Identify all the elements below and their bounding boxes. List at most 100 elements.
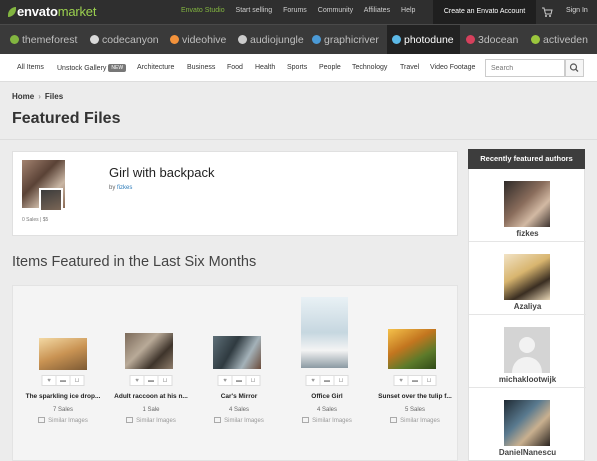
avatar[interactable]: [504, 181, 550, 227]
similar-images-link[interactable]: Similar Images: [19, 417, 107, 424]
cat-travel[interactable]: Travel: [400, 64, 419, 71]
link-envato-studio[interactable]: Envato Studio: [181, 7, 225, 14]
divider: [0, 139, 597, 140]
market-activeden[interactable]: activeden: [527, 25, 592, 55]
featured-stats: 0 Sales | $5: [22, 217, 49, 223]
link-community[interactable]: Community: [318, 7, 353, 14]
favorite-icon[interactable]: ♥: [43, 376, 57, 385]
collection-icon[interactable]: ▬: [409, 376, 423, 385]
cart-icon[interactable]: ⊔: [335, 376, 348, 385]
market-videohive[interactable]: videohive: [166, 25, 230, 55]
cat-all-items[interactable]: All Items: [17, 64, 44, 71]
author-item[interactable]: DanielNanescu: [469, 388, 586, 461]
market-codecanyon[interactable]: codecanyon: [86, 25, 163, 55]
cat-architecture[interactable]: Architecture: [137, 64, 174, 71]
featured-author-avatar[interactable]: [39, 188, 63, 212]
item-thumbnail[interactable]: [388, 329, 436, 369]
collection-icon[interactable]: ▬: [57, 376, 71, 385]
item-name[interactable]: Office Girl: [283, 393, 371, 400]
item-actions: ♥ ▬ ⊔: [41, 375, 85, 386]
default-avatar-icon[interactable]: [504, 327, 550, 373]
author-name[interactable]: michaklootwijk: [469, 375, 586, 384]
search-input[interactable]: [485, 59, 565, 77]
similar-images-link[interactable]: Similar Images: [195, 417, 283, 424]
top-bar: envatomarket Envato Studio Start selling…: [0, 0, 597, 24]
cat-video-footage[interactable]: Video Footage: [430, 64, 475, 71]
photodune-icon: [392, 35, 401, 44]
item-card: ♥ ▬ ⊔ Adult raccoon at his n... 1 Sale Sim…: [107, 286, 195, 461]
search-icon: [569, 63, 579, 72]
category-bar: All Items Unstock Gallery NEW Architectur…: [0, 54, 597, 82]
link-help[interactable]: Help: [401, 7, 415, 14]
market-photodune[interactable]: photodune: [387, 25, 460, 55]
cat-sports[interactable]: Sports: [287, 64, 307, 71]
envato-market-logo[interactable]: envatomarket: [8, 4, 96, 19]
cat-food[interactable]: Food: [227, 64, 243, 71]
cart-icon[interactable]: [541, 6, 553, 18]
item-name[interactable]: Car's Mirror: [195, 393, 283, 400]
sign-in-link[interactable]: Sign In: [566, 7, 588, 14]
author-item[interactable]: michaklootwijk: [469, 315, 586, 389]
market-audiojungle[interactable]: audiojungle: [234, 25, 308, 55]
avatar[interactable]: [504, 400, 550, 446]
favorite-icon[interactable]: ♥: [395, 376, 409, 385]
item-thumbnail[interactable]: [125, 333, 173, 369]
featured-author-link[interactable]: fizkes: [117, 185, 132, 191]
featured-title[interactable]: Girl with backpack: [109, 165, 214, 180]
cat-people[interactable]: People: [319, 64, 341, 71]
item-card: ♥ ▬ ⊔ Office Girl 4 Sales Similar Images: [283, 286, 371, 461]
item-name[interactable]: Sunset over the tulip f...: [371, 393, 459, 400]
cart-icon[interactable]: ⊔: [159, 376, 172, 385]
link-forums[interactable]: Forums: [283, 7, 307, 14]
avatar[interactable]: [504, 254, 550, 300]
item-thumbnail[interactable]: [301, 297, 348, 368]
cat-health[interactable]: Health: [255, 64, 275, 71]
similar-icon: [38, 417, 46, 423]
search-button[interactable]: [565, 59, 584, 77]
similar-images-link[interactable]: Similar Images: [283, 417, 371, 424]
section-title: Items Featured in the Last Six Months: [12, 254, 257, 270]
item-name[interactable]: The sparkling ice drop...: [19, 393, 107, 400]
create-account-button[interactable]: Create an Envato Account: [433, 0, 536, 24]
similar-images-link[interactable]: Similar Images: [107, 417, 195, 424]
cat-unstock-gallery[interactable]: Unstock Gallery NEW: [57, 64, 127, 72]
graphicriver-icon: [312, 35, 321, 44]
breadcrumb-home[interactable]: Home: [12, 92, 34, 101]
market-themeforest[interactable]: themeforest: [6, 25, 81, 55]
market-graphicriver[interactable]: graphicriver: [308, 25, 383, 55]
link-affiliates[interactable]: Affiliates: [364, 7, 390, 14]
similar-icon: [302, 417, 310, 423]
collection-icon[interactable]: ▬: [145, 376, 159, 385]
cat-business[interactable]: Business: [187, 64, 215, 71]
item-thumbnail[interactable]: [39, 338, 87, 370]
cart-icon[interactable]: ⊔: [247, 376, 260, 385]
breadcrumb-separator: ›: [38, 92, 41, 101]
videohive-icon: [170, 35, 179, 44]
favorite-icon[interactable]: ♥: [131, 376, 145, 385]
breadcrumb: Home › Files: [12, 92, 63, 101]
similar-images-link[interactable]: Similar Images: [371, 417, 459, 424]
market-3docean[interactable]: 3docean: [462, 25, 522, 55]
author-item[interactable]: fizkes: [469, 169, 586, 243]
item-card: ♥ ▬ ⊔ Sunset over the tulip f... 5 Sales S…: [371, 286, 459, 461]
favorite-icon[interactable]: ♥: [219, 376, 233, 385]
author-item[interactable]: Azaliya: [469, 242, 586, 316]
collection-icon[interactable]: ▬: [233, 376, 247, 385]
themeforest-icon: [10, 35, 19, 44]
breadcrumb-current[interactable]: Files: [45, 92, 63, 101]
marketplace-nav: themeforest codecanyon videohive audioju…: [0, 24, 597, 55]
author-name[interactable]: DanielNanescu: [469, 448, 586, 457]
link-start-selling[interactable]: Start selling: [236, 7, 273, 14]
cart-icon[interactable]: ⊔: [423, 376, 436, 385]
author-name[interactable]: fizkes: [469, 229, 586, 238]
item-sales: 5 Sales: [404, 407, 425, 413]
collection-icon[interactable]: ▬: [321, 376, 335, 385]
author-name[interactable]: Azaliya: [469, 302, 586, 311]
similar-icon: [214, 417, 222, 423]
item-thumbnail[interactable]: [213, 336, 261, 369]
3docean-icon: [466, 35, 475, 44]
favorite-icon[interactable]: ♥: [307, 376, 321, 385]
item-name[interactable]: Adult raccoon at his n...: [107, 393, 195, 400]
cat-technology[interactable]: Technology: [352, 64, 387, 71]
cart-icon[interactable]: ⊔: [71, 376, 84, 385]
